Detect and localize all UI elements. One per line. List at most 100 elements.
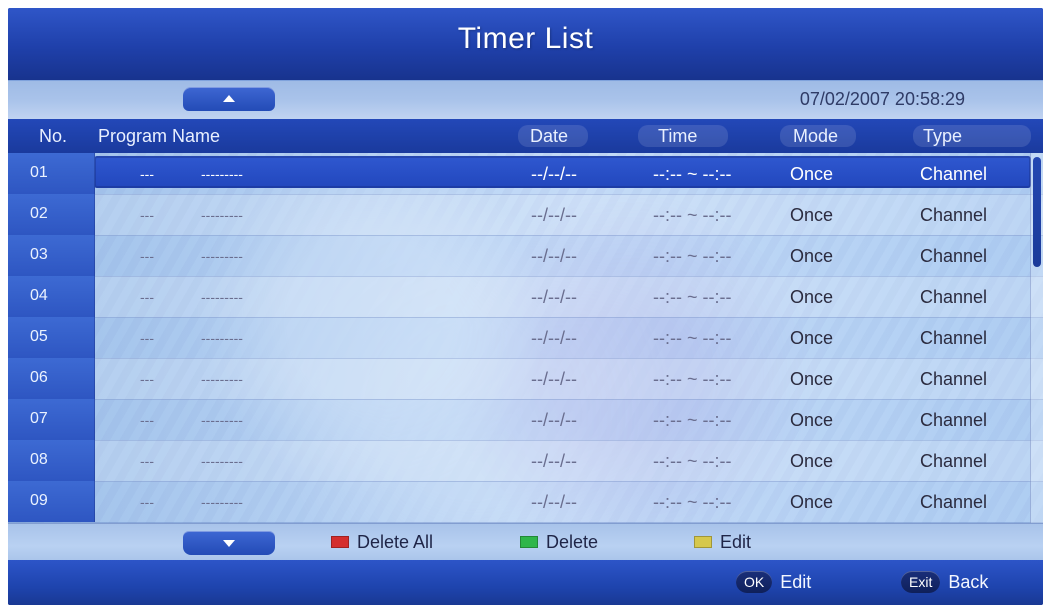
column-header-no: No. <box>39 126 68 146</box>
info-bar: 07/02/2007 20:58:29 <box>8 80 1043 120</box>
green-key-icon <box>520 536 538 548</box>
program-id: --- <box>140 371 154 387</box>
scroll-down-button[interactable] <box>183 531 275 555</box>
table-row[interactable]: 07 --- --------- --/--/-- --:-- ~ --:-- … <box>8 399 1043 441</box>
mode-value: Once <box>790 246 834 266</box>
table-row[interactable]: 05 --- --------- --/--/-- --:-- ~ --:-- … <box>8 317 1043 359</box>
time-value: --:-- ~ --:-- <box>653 451 732 471</box>
row-number-cell <box>8 440 95 481</box>
vertical-scrollbar[interactable] <box>1030 153 1043 523</box>
date-value: --/--/-- <box>531 410 577 430</box>
date-value: --/--/-- <box>531 164 577 184</box>
program-id: --- <box>140 330 154 346</box>
column-header-mode: Mode <box>793 126 839 146</box>
time-value: --:-- ~ --:-- <box>653 410 732 430</box>
legend-delete[interactable]: Delete <box>520 531 598 553</box>
table-row[interactable]: 08 --- --------- --/--/-- --:-- ~ --:-- … <box>8 440 1043 482</box>
exit-key-icon: Exit <box>901 571 941 593</box>
program-name: --------- <box>201 494 243 510</box>
date-value: --/--/-- <box>531 287 577 307</box>
row-number: 04 <box>30 287 48 304</box>
row-number-cell <box>8 481 95 522</box>
time-value: --:-- ~ --:-- <box>653 246 732 266</box>
row-number: 06 <box>30 369 48 386</box>
table-row[interactable]: 01 --- --------- --/--/-- --:-- ~ --:-- … <box>8 153 1043 195</box>
page-title: Timer List <box>457 22 594 55</box>
program-name: --------- <box>201 412 243 428</box>
yellow-key-icon <box>694 536 712 548</box>
table-row[interactable]: 06 --- --------- --/--/-- --:-- ~ --:-- … <box>8 358 1043 400</box>
type-value: Channel <box>920 205 988 225</box>
program-id: --- <box>140 412 154 428</box>
type-value: Channel <box>920 492 988 512</box>
date-value: --/--/-- <box>531 369 577 389</box>
ok-key-icon: OK <box>736 571 773 593</box>
mode-value: Once <box>790 492 834 512</box>
table-row[interactable]: 03 --- --------- --/--/-- --:-- ~ --:-- … <box>8 235 1043 277</box>
date-value: --/--/-- <box>531 205 577 225</box>
mode-value: Once <box>790 410 834 430</box>
row-number-cell <box>8 153 95 194</box>
column-header-type: Type <box>923 126 963 146</box>
mode-value: Once <box>790 451 834 471</box>
row-number: 05 <box>30 328 48 345</box>
timer-table: 01 --- --------- --/--/-- --:-- ~ --:-- … <box>8 153 1043 523</box>
table-row[interactable]: 02 --- --------- --/--/-- --:-- ~ --:-- … <box>8 194 1043 236</box>
time-value: --:-- ~ --:-- <box>653 287 732 307</box>
type-value: Channel <box>920 369 988 389</box>
type-value: Channel <box>920 287 988 307</box>
program-id: --- <box>140 166 154 182</box>
time-value: --:-- ~ --:-- <box>653 369 732 389</box>
date-value: --/--/-- <box>531 328 577 348</box>
datetime-label: 07/02/2007 20:58:29 <box>799 89 965 109</box>
date-value: --/--/-- <box>531 246 577 266</box>
mode-value: Once <box>790 369 834 389</box>
row-number-cell <box>8 399 95 440</box>
program-name: --------- <box>201 371 243 387</box>
table-header: No. Program Name Date Time Mode Type <box>8 119 1043 154</box>
legend-bar: Delete All Delete Edit <box>8 523 1043 562</box>
legend-delete-all[interactable]: Delete All <box>331 531 433 553</box>
legend-edit[interactable]: Edit <box>694 531 751 553</box>
time-value: --:-- ~ --:-- <box>653 492 732 512</box>
column-header-time: Time <box>658 126 698 146</box>
type-value: Channel <box>920 328 988 348</box>
program-id: --- <box>140 494 154 510</box>
column-header-date: Date <box>530 126 569 146</box>
program-id: --- <box>140 453 154 469</box>
mode-value: Once <box>790 287 834 307</box>
date-value: --/--/-- <box>531 451 577 471</box>
date-value: --/--/-- <box>531 492 577 512</box>
row-number-cell <box>8 358 95 399</box>
timer-list-screen: Timer List 07/02/2007 20:58:29 No. Progr… <box>8 8 1043 605</box>
row-number-cell <box>8 317 95 358</box>
chevron-down-icon <box>223 540 235 547</box>
footer-ok-hint[interactable]: OK Edit <box>736 571 811 593</box>
scroll-up-button[interactable] <box>183 87 275 111</box>
program-name: --------- <box>201 453 243 469</box>
program-name: --------- <box>201 166 243 182</box>
row-number: 02 <box>30 205 48 222</box>
scrollbar-thumb[interactable] <box>1033 157 1041 267</box>
row-number-cell <box>8 235 95 276</box>
type-value: Channel <box>920 410 988 430</box>
time-value: --:-- ~ --:-- <box>653 164 732 184</box>
program-name: --------- <box>201 248 243 264</box>
title-bar: Timer List <box>8 8 1043 80</box>
row-number: 07 <box>30 410 48 427</box>
program-name: --------- <box>201 289 243 305</box>
mode-value: Once <box>790 328 834 348</box>
footer-ok-label: Edit <box>780 571 812 592</box>
time-value: --:-- ~ --:-- <box>653 328 732 348</box>
legend-delete-label: Delete <box>546 531 599 552</box>
footer-exit-label: Back <box>948 571 989 592</box>
footer-bar: OK Edit Exit Back <box>8 560 1043 605</box>
table-row[interactable]: 04 --- --------- --/--/-- --:-- ~ --:-- … <box>8 276 1043 318</box>
row-number: 08 <box>30 451 48 468</box>
footer-exit-hint[interactable]: Exit Back <box>901 571 988 593</box>
row-number: 03 <box>30 246 48 263</box>
mode-value: Once <box>790 205 834 225</box>
type-value: Channel <box>920 451 988 471</box>
type-value: Channel <box>920 164 988 184</box>
table-row[interactable]: 09 --- --------- --/--/-- --:-- ~ --:-- … <box>8 481 1043 523</box>
